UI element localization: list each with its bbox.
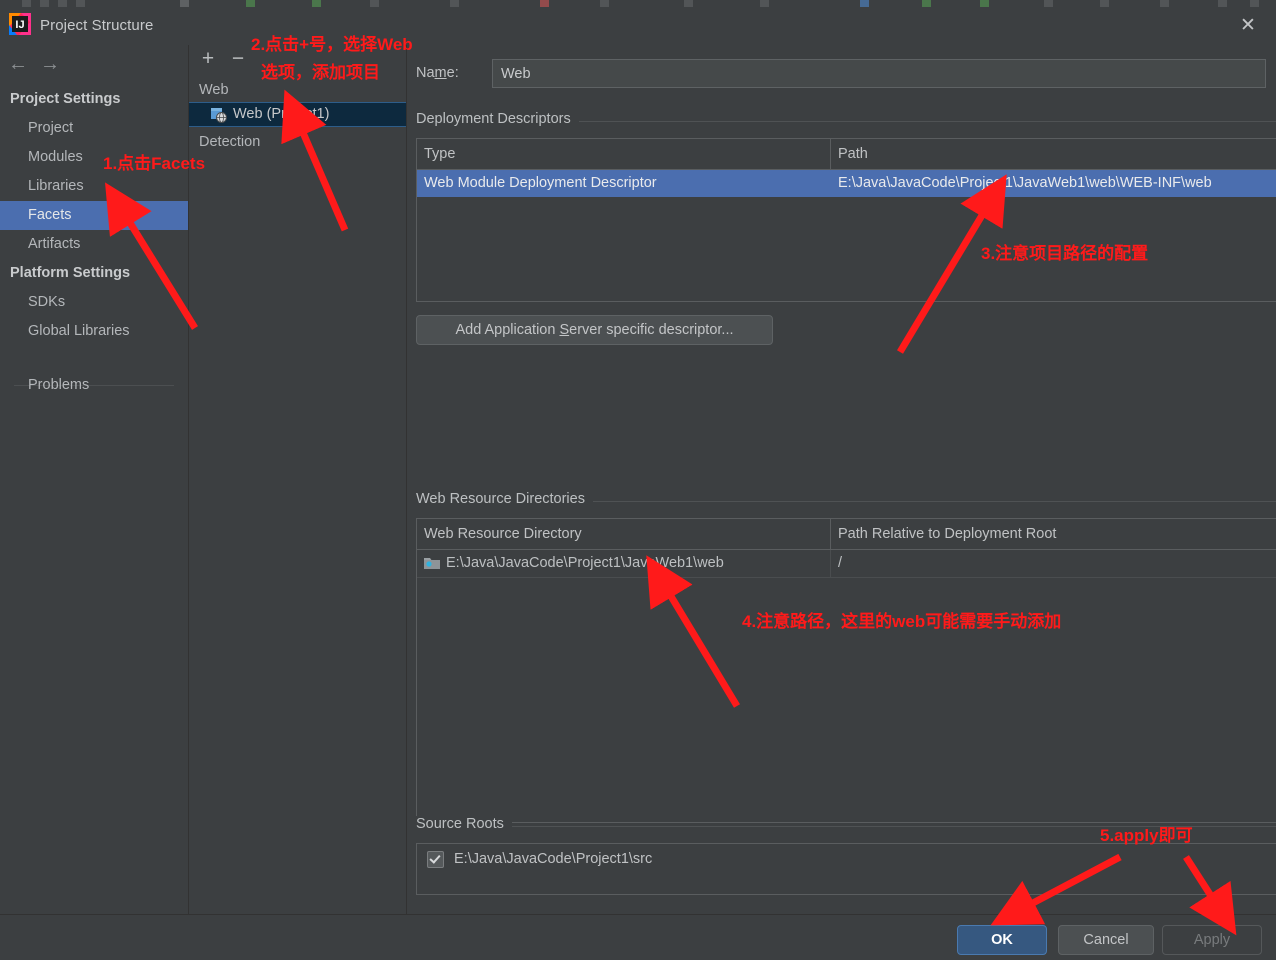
web-resource-directories-section-title: Web Resource Directories (416, 491, 593, 507)
deployment-descriptors-section-title: Deployment Descriptors (416, 111, 579, 127)
back-arrow-icon[interactable]: ← (3, 51, 33, 77)
table-row[interactable]: E:\Java\JavaCode\Project1\JavaWeb1\web / (417, 550, 1276, 578)
dialog-button-bar: OK Cancel Apply (0, 914, 1276, 960)
svg-text:IJ: IJ (15, 19, 24, 31)
facets-group-detection: Detection (199, 134, 261, 150)
forward-arrow-icon[interactable]: → (35, 51, 65, 77)
facets-tree-panel: + − Web Web (Project1) Detection (189, 45, 407, 914)
name-input[interactable] (492, 59, 1266, 88)
apply-button[interactable]: Apply (1162, 925, 1262, 955)
web-resource-header-row: Web Resource Directory Path Relative to … (417, 519, 1276, 550)
column-header-path-relative[interactable]: Path Relative to Deployment Root (831, 519, 1276, 549)
sidebar-group-platform-settings: Platform Settings (10, 265, 131, 281)
dialog-titlebar: IJ Project Structure ✕ (0, 7, 1276, 45)
facets-node-web-project1[interactable]: Web (Project1) (189, 102, 406, 127)
column-header-path[interactable]: Path (831, 139, 1276, 169)
list-item[interactable]: E:\Java\JavaCode\Project1\src (417, 844, 1276, 874)
cell-web-resource-directory: E:\Java\JavaCode\Project1\JavaWeb1\web (417, 550, 831, 577)
source-root-checkbox[interactable] (427, 850, 444, 868)
facets-toolbar: + − (189, 45, 406, 75)
sidebar-item-global-libraries[interactable]: Global Libraries (0, 317, 188, 346)
ok-button[interactable]: OK (957, 925, 1047, 955)
sidebar-item-facets[interactable]: Facets (0, 201, 188, 230)
remove-facet-button[interactable]: − (225, 47, 251, 73)
source-root-path: E:\Java\JavaCode\Project1\src (454, 851, 653, 867)
facets-node-label: Web (Project1) (233, 106, 330, 122)
sidebar-item-modules[interactable]: Modules (0, 143, 188, 172)
folder-icon (424, 553, 440, 569)
source-roots-rule (416, 826, 1276, 827)
column-header-web-resource-directory[interactable]: Web Resource Directory (417, 519, 831, 549)
column-header-type[interactable]: Type (417, 139, 831, 169)
add-app-server-descriptor-button[interactable]: Add Application Server specific descript… (416, 315, 773, 345)
web-facet-icon (211, 107, 227, 123)
project-structure-dialog: IJ Project Structure ✕ ← → Project Setti… (0, 7, 1276, 960)
sidebar-item-project[interactable]: Project (0, 114, 188, 143)
facets-group-web: Web (199, 82, 229, 98)
sidebar-item-artifacts[interactable]: Artifacts (0, 230, 188, 259)
source-roots-list: E:\Java\JavaCode\Project1\src (416, 843, 1276, 895)
name-field-label: Name: (416, 65, 459, 81)
deployment-descriptors-header-row: Type Path (417, 139, 1276, 170)
deployment-descriptors-table: Type Path Web Module Deployment Descript… (416, 138, 1276, 302)
sidebar-nav-arrows: ← → (0, 51, 188, 81)
sidebar-item-libraries[interactable]: Libraries (0, 172, 188, 201)
cancel-button[interactable]: Cancel (1058, 925, 1154, 955)
add-facet-button[interactable]: + (195, 47, 221, 73)
sidebar-item-problems[interactable]: Problems (0, 371, 188, 400)
facet-name-row: Name: (416, 59, 1276, 89)
sidebar-group-project-settings: Project Settings (10, 91, 121, 107)
source-roots-section-title: Source Roots (416, 816, 512, 832)
settings-sidebar: ← → Project Settings Project Modules Lib… (0, 45, 189, 914)
table-row[interactable]: Web Module Deployment Descriptor E:\Java… (417, 170, 1276, 197)
parent-window-toolbar-sliver (0, 0, 1276, 7)
intellij-idea-icon: IJ (9, 13, 31, 35)
close-icon[interactable]: ✕ (1228, 9, 1268, 43)
cell-descriptor-type: Web Module Deployment Descriptor (424, 175, 657, 191)
sidebar-item-sdks[interactable]: SDKs (0, 288, 188, 317)
facet-detail-panel: Name: Deployment Descriptors Type Path W… (407, 45, 1276, 914)
dialog-title: Project Structure (40, 17, 154, 34)
web-resource-directories-table: Web Resource Directory Path Relative to … (416, 518, 1276, 823)
cell-path-relative: / (838, 555, 843, 571)
cell-descriptor-path: E:\Java\JavaCode\Project1\JavaWeb1\web\W… (838, 175, 1212, 191)
cell-web-resource-directory-text: E:\Java\JavaCode\Project1\JavaWeb1\web (446, 555, 724, 571)
